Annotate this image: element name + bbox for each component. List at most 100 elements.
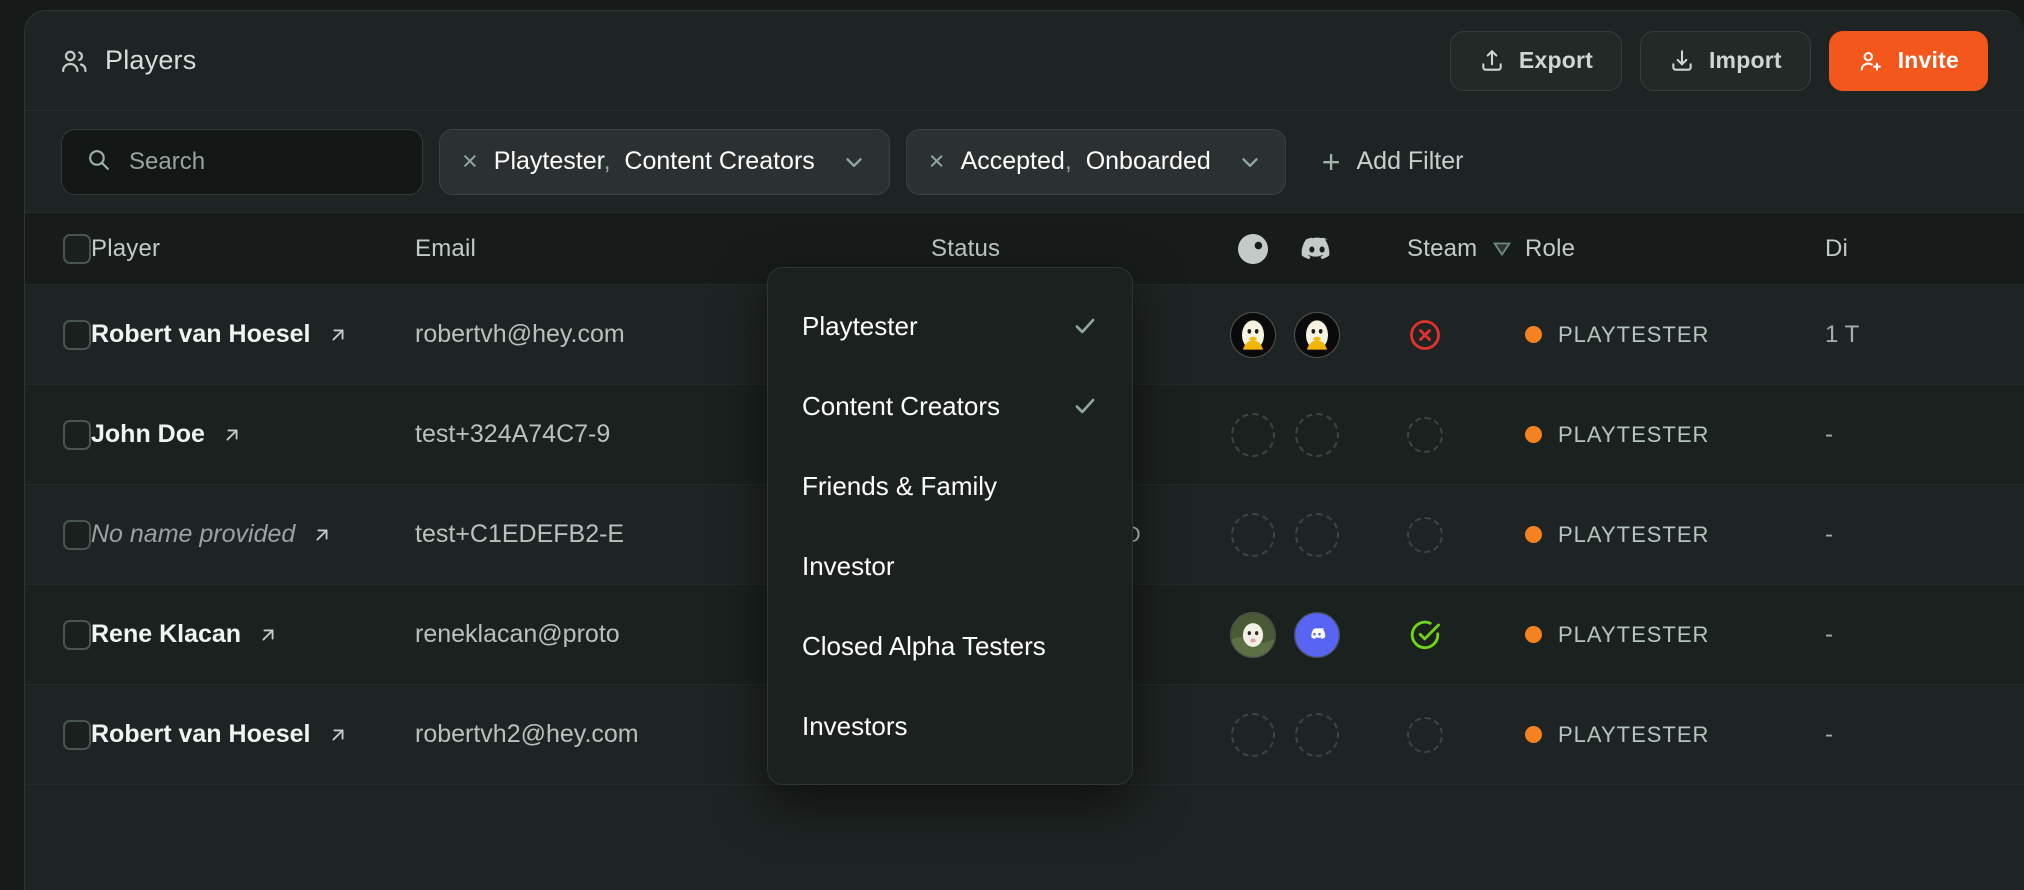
row-steam-state	[1349, 517, 1525, 553]
avatar-placeholder	[1295, 713, 1339, 757]
external-link-icon[interactable]	[311, 524, 333, 546]
th-email[interactable]: Email	[415, 235, 815, 263]
th-discord-avatar[interactable]	[1285, 231, 1349, 267]
email-text: test+324A74C7-9	[415, 420, 610, 449]
row-steam-avatar[interactable]	[1221, 413, 1285, 457]
row-checkbox[interactable]	[63, 520, 91, 550]
avatar-placeholder	[1231, 713, 1275, 757]
email-text: test+C1EDEFB2-E	[415, 520, 624, 549]
discord-value: 1 T	[1825, 321, 1859, 349]
player-name: Rene Klacan	[91, 620, 241, 649]
th-status[interactable]: Status	[931, 235, 1221, 263]
filter-chip-roles[interactable]: × Playtester, Content Creators	[439, 129, 890, 195]
steam-state-placeholder	[1407, 517, 1443, 553]
th-discord[interactable]: Di	[1825, 235, 2024, 263]
dropdown-item-investor[interactable]: Investor	[768, 526, 1132, 606]
avatar-placeholder	[1295, 413, 1339, 457]
page-title: Players	[105, 45, 196, 76]
email-text: robertvh2@hey.com	[415, 720, 639, 749]
discord-value: -	[1825, 521, 1833, 549]
dropdown-item-friends-family[interactable]: Friends & Family	[768, 446, 1132, 526]
row-steam-avatar[interactable]	[1221, 713, 1285, 757]
row-discord: 1 T	[1825, 321, 2024, 349]
external-link-icon[interactable]	[327, 324, 349, 346]
page-header: Players Export Impo	[25, 11, 2024, 111]
search-box[interactable]	[61, 129, 423, 195]
chevron-down-icon[interactable]	[841, 149, 867, 175]
error-circle-icon	[1407, 317, 1443, 353]
search-input[interactable]	[129, 148, 398, 176]
row-email: robertvh@hey.com	[415, 320, 815, 349]
external-link-icon[interactable]	[327, 724, 349, 746]
row-role: PLAYTESTER	[1525, 722, 1825, 748]
row-discord-avatar[interactable]	[1285, 413, 1349, 457]
th-player[interactable]: Player	[91, 235, 415, 263]
row-email: robertvh2@hey.com	[415, 720, 815, 749]
invite-button[interactable]: Invite	[1829, 31, 1988, 91]
search-icon	[86, 147, 111, 177]
row-select-cell	[25, 420, 91, 450]
discord-value: -	[1825, 721, 1833, 749]
avatar	[1230, 312, 1276, 358]
row-discord-avatar[interactable]	[1285, 513, 1349, 557]
plus-icon: +	[1322, 146, 1341, 178]
import-button[interactable]: Import	[1640, 31, 1811, 91]
row-checkbox[interactable]	[63, 720, 91, 750]
th-role[interactable]: Role	[1525, 235, 1825, 263]
row-checkbox[interactable]	[63, 620, 91, 650]
filter-chip-status[interactable]: × Accepted, Onboarded	[906, 129, 1286, 195]
row-steam-state	[1349, 417, 1525, 453]
row-select-cell	[25, 520, 91, 550]
th-steam-avatar[interactable]	[1221, 231, 1285, 267]
export-button[interactable]: Export	[1450, 31, 1622, 91]
role-dot	[1525, 726, 1542, 743]
row-discord-avatar[interactable]	[1285, 612, 1349, 658]
check-circle-icon	[1407, 617, 1443, 653]
external-link-icon[interactable]	[257, 624, 279, 646]
users-icon	[59, 46, 89, 76]
chip-remove-icon[interactable]: ×	[462, 148, 478, 175]
row-steam-avatar[interactable]	[1221, 312, 1285, 358]
row-player: Robert van Hoesel	[91, 320, 415, 349]
row-role: PLAYTESTER	[1525, 622, 1825, 648]
upload-icon	[1479, 48, 1505, 74]
row-discord: -	[1825, 421, 2024, 449]
email-text: reneklacan@proto	[415, 620, 620, 649]
filter-bar: × Playtester, Content Creators × Accepte…	[25, 111, 2024, 213]
row-checkbox[interactable]	[63, 320, 91, 350]
download-icon	[1669, 48, 1695, 74]
dropdown-item-closed-alpha-testers[interactable]: Closed Alpha Testers	[768, 606, 1132, 686]
row-steam-state	[1349, 617, 1525, 653]
row-discord: -	[1825, 521, 2024, 549]
steam-icon	[1235, 231, 1271, 267]
filter-triangle-icon[interactable]	[1491, 238, 1513, 260]
row-steam-avatar[interactable]	[1221, 513, 1285, 557]
dropdown-item-investors[interactable]: Investors	[768, 686, 1132, 766]
chip-remove-icon[interactable]: ×	[929, 148, 945, 175]
dropdown-item-playtester[interactable]: Playtester	[768, 286, 1132, 366]
players-page: Players Export Impo	[24, 10, 2024, 890]
row-player: No name provided	[91, 520, 415, 549]
row-email: test+C1EDEFB2-E	[415, 520, 815, 549]
add-filter-button[interactable]: + Add Filter	[1322, 146, 1464, 178]
chevron-down-icon[interactable]	[1237, 149, 1263, 175]
th-steam[interactable]: Steam	[1349, 235, 1525, 263]
row-role: PLAYTESTER	[1525, 522, 1825, 548]
avatar	[1230, 612, 1276, 658]
row-role: PLAYTESTER	[1525, 322, 1825, 348]
check-icon	[1072, 313, 1098, 339]
row-player: Rene Klacan	[91, 620, 415, 649]
row-select-cell	[25, 320, 91, 350]
avatar-placeholder	[1231, 513, 1275, 557]
player-name: John Doe	[91, 420, 205, 449]
row-checkbox[interactable]	[63, 420, 91, 450]
row-discord-avatar[interactable]	[1285, 713, 1349, 757]
row-discord-avatar[interactable]	[1285, 312, 1349, 358]
discord-icon	[1299, 231, 1335, 267]
dropdown-item-content-creators[interactable]: Content Creators	[768, 366, 1132, 446]
row-discord: -	[1825, 621, 2024, 649]
role-dot	[1525, 626, 1542, 643]
select-all-checkbox[interactable]	[63, 234, 91, 264]
row-steam-avatar[interactable]	[1221, 612, 1285, 658]
external-link-icon[interactable]	[221, 424, 243, 446]
